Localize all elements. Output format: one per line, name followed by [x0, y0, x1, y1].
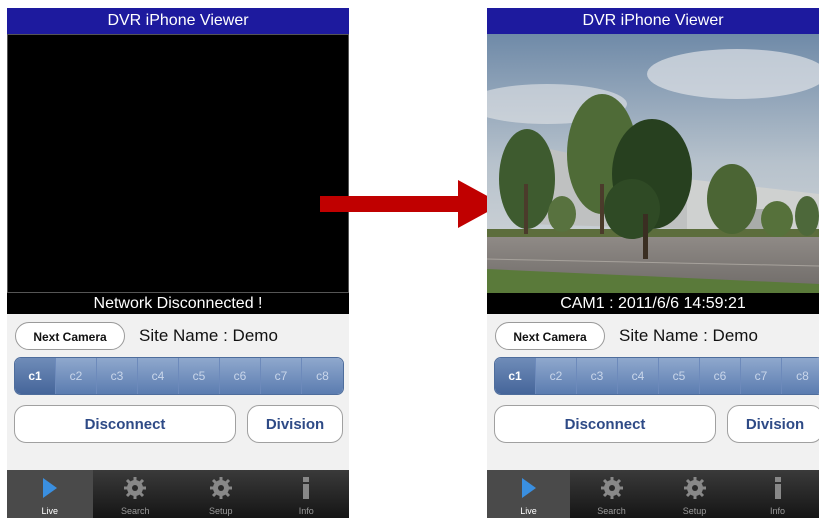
- disconnect-button[interactable]: Disconnect: [14, 405, 236, 443]
- gear-icon: [600, 477, 623, 499]
- camera-button-c4[interactable]: c4: [618, 358, 659, 394]
- camera-button-c1[interactable]: c1: [15, 358, 56, 394]
- control-panel: Next Camera Site Name : Demo c1 c2 c3 c4…: [487, 314, 819, 470]
- camera-selector: c1 c2 c3 c4 c5 c6 c7 c8: [14, 357, 344, 395]
- camera-button-c2[interactable]: c2: [56, 358, 97, 394]
- next-camera-button[interactable]: Next Camera: [495, 322, 605, 350]
- camera-button-c5[interactable]: c5: [179, 358, 220, 394]
- tab-live[interactable]: Live: [487, 470, 570, 518]
- camera-timestamp-bar: CAM1 : 2011/6/6 14:59:21: [487, 293, 819, 314]
- video-view-empty: [7, 34, 349, 293]
- tab-setup[interactable]: Setup: [653, 470, 736, 518]
- site-name: Demo: [712, 326, 758, 345]
- tab-bar: Live Search Setup Info: [7, 470, 349, 518]
- camera-button-c4[interactable]: c4: [138, 358, 179, 394]
- camera-button-c5[interactable]: c5: [659, 358, 700, 394]
- tab-label: Info: [298, 506, 314, 516]
- tab-label: Search: [120, 506, 150, 516]
- info-icon: [774, 477, 781, 499]
- camera-button-c3[interactable]: c3: [97, 358, 138, 394]
- gear-icon: [124, 477, 147, 499]
- site-name: Demo: [232, 326, 278, 345]
- division-button[interactable]: Division: [727, 405, 819, 443]
- camera-button-c7[interactable]: c7: [261, 358, 302, 394]
- info-icon: [303, 477, 310, 499]
- tab-label: Search: [597, 506, 626, 516]
- status-bar: Network Disconnected !: [7, 293, 349, 314]
- tab-setup[interactable]: Setup: [178, 470, 264, 518]
- camera-button-c8[interactable]: c8: [302, 358, 343, 394]
- camera-feed-image: [487, 34, 819, 293]
- camera-selector: c1 c2 c3 c4 c5 c6 c7 c8: [494, 357, 819, 395]
- play-icon: [42, 478, 57, 498]
- tab-info[interactable]: Info: [264, 470, 350, 518]
- camera-button-c2[interactable]: c2: [536, 358, 577, 394]
- play-icon: [521, 478, 536, 498]
- disconnect-button[interactable]: Disconnect: [494, 405, 716, 443]
- tab-search[interactable]: Search: [570, 470, 653, 518]
- transition-arrow-icon: [320, 180, 502, 228]
- tab-info[interactable]: Info: [736, 470, 819, 518]
- camera-video-feed[interactable]: [487, 34, 819, 293]
- phone-screen-disconnected: DVR iPhone Viewer Network Disconnected !…: [7, 8, 349, 518]
- camera-button-c7[interactable]: c7: [741, 358, 782, 394]
- phone-screen-live: DVR iPhone Viewer CAM1: 2011/6/6 14:59:…: [487, 8, 819, 518]
- tab-label: Setup: [682, 506, 707, 516]
- tab-label: Live: [520, 506, 537, 516]
- camera-button-c3[interactable]: c3: [577, 358, 618, 394]
- gear-icon: [209, 477, 232, 499]
- camera-button-c1[interactable]: c1: [495, 358, 536, 394]
- control-panel: Next Camera Site Name : Demo c1 c2 c3 c4…: [7, 314, 349, 470]
- tab-bar: Live Search Setup Info: [487, 470, 819, 518]
- tab-search[interactable]: Search: [93, 470, 179, 518]
- site-name-label: Site Name : Demo: [619, 322, 758, 350]
- site-label: Site Name :: [619, 326, 708, 345]
- tab-label: Info: [769, 506, 785, 516]
- division-button[interactable]: Division: [247, 405, 343, 443]
- tab-label: Setup: [208, 506, 233, 516]
- next-camera-button[interactable]: Next Camera: [15, 322, 125, 350]
- title-bar: DVR iPhone Viewer: [487, 8, 819, 34]
- title-bar: DVR iPhone Viewer: [7, 8, 349, 34]
- site-label: Site Name :: [139, 326, 228, 345]
- tab-live[interactable]: Live: [7, 470, 93, 518]
- camera-button-c6[interactable]: c6: [700, 358, 741, 394]
- tab-label: Live: [41, 506, 58, 516]
- gear-icon: [683, 477, 706, 499]
- camera-button-c8[interactable]: c8: [782, 358, 819, 394]
- camera-button-c6[interactable]: c6: [220, 358, 261, 394]
- site-name-label: Site Name : Demo: [139, 322, 278, 350]
